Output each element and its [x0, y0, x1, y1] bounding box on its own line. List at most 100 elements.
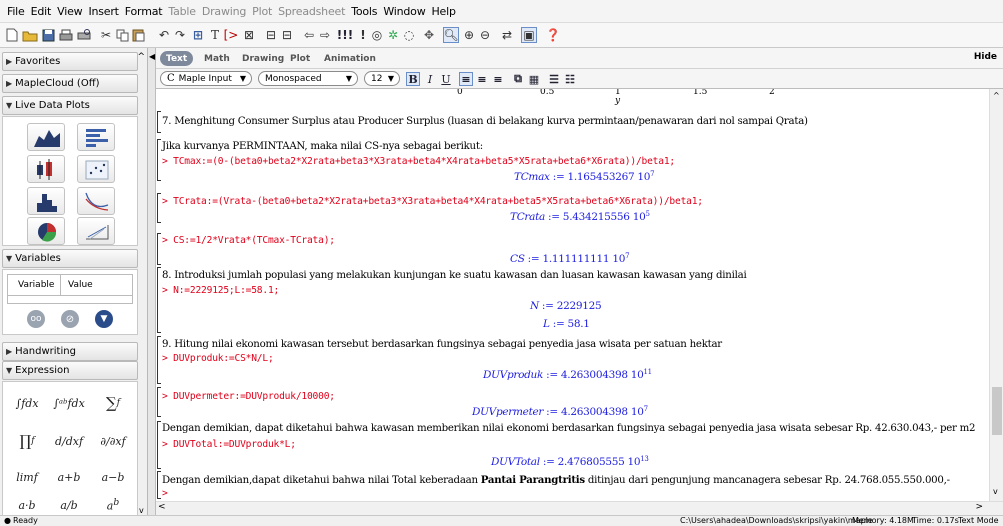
- font-family-select[interactable]: Monospaced ▼: [258, 71, 358, 86]
- palette-maplecloud[interactable]: ▶ MapleCloud (Off): [2, 74, 138, 93]
- execution-group-bracket[interactable]: [157, 267, 161, 333]
- outdent-icon[interactable]: ⊟: [279, 27, 295, 43]
- filter-glasses-icon[interactable]: oo: [27, 310, 45, 328]
- tab-text[interactable]: Text: [160, 51, 194, 66]
- input-mode-select[interactable]: C Maple Input ▼: [160, 71, 252, 86]
- definite-integral-icon[interactable]: ∫ᵃᵇ f dx: [49, 388, 89, 418]
- worksheet[interactable]: 0 0.5 1 y 1.5 2 7. Menghitung Consumer S…: [156, 89, 989, 501]
- bold-icon[interactable]: B: [406, 72, 420, 86]
- menu-spreadsheet[interactable]: Spreadsheet: [275, 5, 348, 18]
- menu-insert[interactable]: Insert: [85, 5, 121, 18]
- menu-table[interactable]: Table: [165, 5, 198, 18]
- execution-group-bracket[interactable]: [157, 471, 161, 499]
- scroll-down-icon[interactable]: v: [993, 487, 998, 496]
- image-icon[interactable]: ▦: [527, 72, 541, 86]
- execution-group-bracket[interactable]: [157, 139, 161, 181]
- horizontal-scrollbar[interactable]: < >: [156, 501, 1003, 515]
- palette-scroll-up-icon[interactable]: ^: [137, 52, 145, 62]
- save-icon[interactable]: [40, 27, 56, 43]
- command-text[interactable]: TCrata:=(Vrata-(beta0+beta2*X2rata+beta3…: [173, 196, 703, 207]
- partial-derivative-icon[interactable]: ∂/∂x f: [93, 426, 133, 456]
- palette-scroll-down-icon[interactable]: v: [139, 506, 144, 515]
- scroll-right-icon[interactable]: >: [975, 502, 983, 512]
- addition-icon[interactable]: a + b: [49, 462, 89, 492]
- stop-icon[interactable]: ◌: [401, 27, 417, 43]
- vertical-scrollbar[interactable]: ^ v: [989, 89, 1003, 501]
- menu-drawing[interactable]: Drawing: [199, 5, 249, 18]
- cut-icon[interactable]: ✂: [98, 27, 114, 43]
- back-icon[interactable]: ⇦: [301, 27, 317, 43]
- numbered-list-icon[interactable]: ☷: [563, 72, 577, 86]
- open-folder-icon[interactable]: [22, 27, 38, 43]
- maple-input-line[interactable]: > DUVpermeter:=DUVproduk/10000;: [162, 391, 335, 402]
- menu-plot[interactable]: Plot: [249, 5, 275, 18]
- tab-drawing[interactable]: Drawing: [236, 51, 290, 66]
- fraction-icon[interactable]: a / b: [49, 490, 89, 517]
- scatter-plot-icon[interactable]: [77, 155, 115, 183]
- scroll-left-icon[interactable]: <: [158, 502, 166, 512]
- print-preview-icon[interactable]: [76, 27, 92, 43]
- box-plot-icon[interactable]: [27, 155, 65, 183]
- insert-prompt-icon[interactable]: [>: [223, 27, 239, 43]
- maple-input-line-empty[interactable]: >: [162, 488, 168, 499]
- command-text[interactable]: CS:=1/2*Vrata*(TCmax-TCrata);: [173, 235, 335, 246]
- italic-icon[interactable]: I: [423, 72, 437, 86]
- insert-text-icon[interactable]: T: [207, 27, 223, 43]
- menu-view[interactable]: View: [54, 5, 85, 18]
- histogram-icon[interactable]: [27, 187, 65, 215]
- indefinite-integral-icon[interactable]: ∫ f dx: [7, 388, 47, 418]
- pie-chart-icon[interactable]: [27, 217, 65, 245]
- section-icon[interactable]: ⊠: [241, 27, 257, 43]
- power-icon[interactable]: ab: [93, 490, 133, 517]
- multiplication-icon[interactable]: a · b: [7, 490, 47, 517]
- maple-leaf-icon[interactable]: ✥: [421, 27, 437, 43]
- restart-icon[interactable]: ◎: [369, 27, 385, 43]
- execution-group-bracket[interactable]: [157, 336, 161, 384]
- maple-input-line[interactable]: > DUVproduk:=CS*N/L;: [162, 353, 274, 364]
- subtraction-icon[interactable]: a − b: [93, 462, 133, 492]
- hyperlink-icon[interactable]: ⧉: [511, 72, 525, 86]
- command-text[interactable]: DUVTotal:=DUVproduk*L;: [173, 439, 296, 450]
- line-plot-icon[interactable]: [77, 187, 115, 215]
- clear-filter-icon[interactable]: ⊘: [61, 310, 79, 328]
- command-text[interactable]: DUVproduk:=CS*N/L;: [173, 353, 274, 364]
- palette-expression[interactable]: ▼ Expression: [2, 361, 138, 380]
- text-region-icon[interactable]: ⊞: [190, 27, 206, 43]
- command-text[interactable]: DUVpermeter:=DUVproduk/10000;: [173, 391, 335, 402]
- execute-all-icon[interactable]: !!!: [337, 27, 353, 43]
- product-icon[interactable]: ∏ f: [7, 426, 47, 456]
- surface-plot-icon[interactable]: [77, 217, 115, 245]
- palette-toggle-icon[interactable]: ▣: [521, 27, 537, 43]
- align-center-icon[interactable]: ≡: [475, 72, 489, 86]
- palette-splitter[interactable]: ◀: [148, 48, 156, 517]
- maple-input-line[interactable]: > TCmax:=(0-(beta0+beta2*X2rata+beta3*X3…: [162, 156, 675, 167]
- summation-icon[interactable]: ∑ f: [93, 388, 133, 418]
- forward-icon[interactable]: ⇨: [317, 27, 333, 43]
- tab-plot[interactable]: Plot: [284, 51, 316, 66]
- menu-format[interactable]: Format: [122, 5, 166, 18]
- menu-tools[interactable]: Tools: [348, 5, 380, 18]
- execution-group-bracket[interactable]: [157, 193, 161, 223]
- bullet-list-icon[interactable]: ☰: [547, 72, 561, 86]
- scrollbar-thumb[interactable]: [992, 387, 1002, 435]
- align-left-icon[interactable]: ≡: [459, 72, 473, 86]
- command-text[interactable]: TCmax:=(0-(beta0+beta2*X2rata+beta3*X3ra…: [173, 156, 675, 167]
- palette-handwriting[interactable]: ▶ Handwriting: [2, 342, 138, 361]
- toggle-input-icon[interactable]: ⇄: [499, 27, 515, 43]
- zoom-out-icon[interactable]: ⊖: [477, 27, 493, 43]
- palette-favorites[interactable]: ▶ Favorites: [2, 52, 138, 71]
- undo-icon[interactable]: ↶: [156, 27, 172, 43]
- maple-input-line[interactable]: > CS:=1/2*Vrata*(TCmax-TCrata);: [162, 235, 335, 246]
- align-right-icon[interactable]: ≡: [491, 72, 505, 86]
- menu-file[interactable]: File: [4, 5, 28, 18]
- copy-icon[interactable]: [114, 27, 130, 43]
- collapse-arrow-icon[interactable]: ◀: [149, 52, 155, 61]
- maple-input-line[interactable]: > N:=2229125;L:=58.1;: [162, 285, 279, 296]
- redo-icon[interactable]: ↷: [172, 27, 188, 43]
- indent-icon[interactable]: ⊟: [263, 27, 279, 43]
- underline-icon[interactable]: U: [439, 72, 453, 86]
- zoom-page-icon[interactable]: 🔍︎: [443, 27, 459, 43]
- maple-input-line[interactable]: > TCrata:=(Vrata-(beta0+beta2*X2rata+bet…: [162, 196, 703, 207]
- execution-group-bracket[interactable]: [157, 111, 161, 133]
- menu-window[interactable]: Window: [380, 5, 428, 18]
